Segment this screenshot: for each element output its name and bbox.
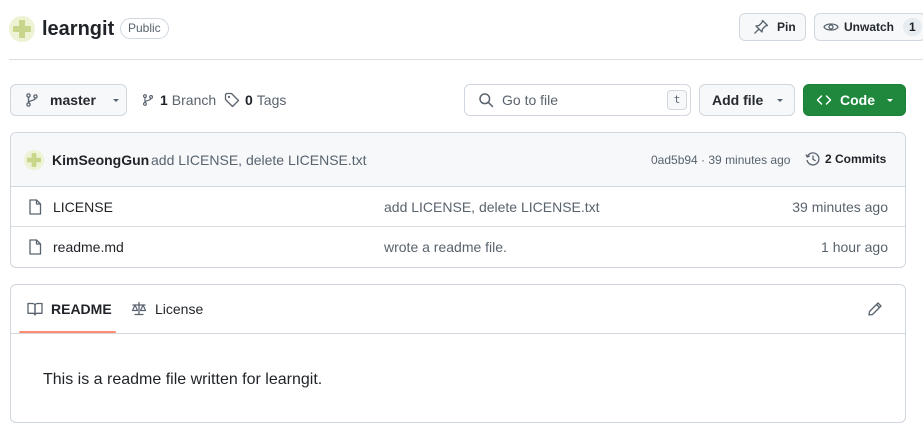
history-icon (805, 152, 820, 166)
pin-label: Pin (777, 20, 796, 34)
unwatch-button[interactable]: Unwatch 1 (814, 13, 923, 41)
header-divider (9, 59, 923, 60)
code-icon (816, 95, 832, 105)
readme-tab-bar: README License (11, 285, 905, 334)
file-commit-message-link[interactable]: wrote a readme file. (384, 239, 507, 255)
tab-readme[interactable]: README (27, 297, 112, 321)
identicon-avatar-icon (9, 16, 35, 42)
caret-down-icon (887, 99, 893, 102)
commits-label: 2 Commits (825, 152, 887, 166)
branch-label: Branch (171, 92, 217, 108)
code-label: Code (840, 92, 875, 108)
repo-name-link[interactable]: learngit (42, 16, 114, 42)
file-name-link[interactable]: LICENSE (53, 199, 113, 215)
tab-license-label: License (155, 301, 204, 317)
git-branch-icon (26, 93, 38, 107)
identicon-avatar-icon (24, 150, 44, 170)
book-icon (27, 302, 43, 316)
readme-content: This is a readme file written for learng… (43, 371, 323, 388)
search-placeholder: Go to file (502, 92, 559, 108)
latest-commit-bar: KimSeongGun add LICENSE, delete LICENSE.… (11, 133, 905, 187)
tab-license[interactable]: License (131, 297, 203, 321)
pin-button[interactable]: Pin (739, 13, 806, 41)
file-commit-time: 39 minutes ago (792, 199, 888, 215)
tag-icon (224, 92, 240, 108)
file-commit-time: 1 hour ago (821, 239, 888, 255)
tag-count: 0 (245, 92, 253, 108)
branch-name: master (50, 92, 96, 108)
active-tab-indicator (19, 331, 116, 333)
eye-icon (823, 23, 839, 31)
code-button[interactable]: Code (803, 84, 906, 116)
watch-count: 1 (903, 18, 922, 36)
repo-owner-avatar[interactable] (9, 16, 35, 42)
visibility-badge: Public (120, 18, 169, 39)
tag-label: Tags (256, 92, 287, 108)
search-icon (479, 93, 494, 108)
commit-hash-time[interactable]: 0ad5b94 · 39 minutes ago (651, 153, 790, 167)
pin-icon (754, 19, 769, 34)
law-icon (131, 301, 147, 316)
file-row: readme.md wrote a readme file. 1 hour ag… (11, 227, 905, 267)
pencil-icon[interactable] (867, 301, 883, 317)
tags-link[interactable]: 0 Tags (224, 90, 286, 110)
commit-message-link[interactable]: add LICENSE, delete LICENSE.txt (151, 152, 367, 168)
file-icon (29, 199, 42, 215)
file-icon (29, 239, 42, 255)
commit-author-link[interactable]: KimSeongGun (52, 152, 149, 168)
tab-readme-label: README (51, 301, 112, 317)
commit-author-avatar[interactable] (24, 150, 44, 170)
branches-link[interactable]: 1 Branch (141, 90, 216, 110)
add-file-label: Add file (712, 92, 764, 108)
add-file-button[interactable]: Add file (699, 84, 795, 116)
caret-down-icon (777, 99, 784, 102)
go-to-file-input[interactable]: Go to file t (464, 84, 691, 116)
branch-select-button[interactable]: master (10, 84, 127, 116)
file-commit-message-link[interactable]: add LICENSE, delete LICENSE.txt (384, 199, 600, 215)
git-branch-icon (142, 94, 154, 106)
file-name-link[interactable]: readme.md (53, 239, 124, 255)
file-browser: KimSeongGun add LICENSE, delete LICENSE.… (10, 132, 906, 268)
caret-down-icon (112, 99, 119, 102)
file-row: LICENSE add LICENSE, delete LICENSE.txt … (11, 187, 905, 227)
readme-panel: README License This is a readme file wri… (10, 284, 906, 423)
shortcut-hint: t (667, 90, 687, 110)
commits-history-link[interactable]: 2 Commits (805, 151, 886, 167)
unwatch-label: Unwatch (844, 20, 895, 34)
branch-count: 1 (160, 92, 168, 108)
